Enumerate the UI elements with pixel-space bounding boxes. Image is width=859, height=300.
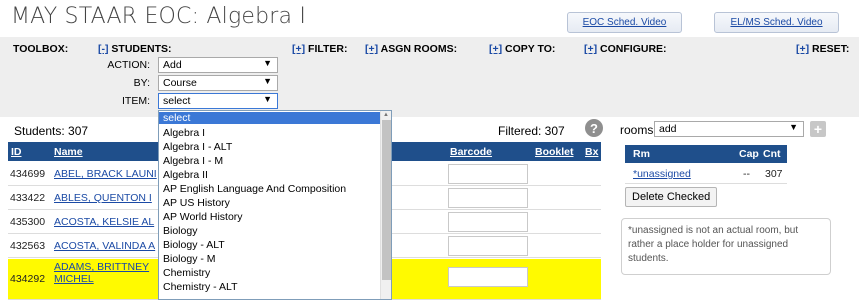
item-select[interactable]: select ▼ — [158, 93, 278, 109]
item-label: ITEM: — [122, 95, 150, 107]
student-name-link[interactable]: ACOSTA, KELSIE AL — [54, 216, 154, 228]
reset-expand-link[interactable]: [+] — [796, 43, 809, 55]
chevron-down-icon: ▼ — [263, 76, 272, 86]
asgn-rooms-expand-link[interactable]: [+] — [365, 43, 378, 55]
student-name-line2: MICHEL — [54, 273, 94, 285]
column-cnt: Cnt — [763, 148, 781, 160]
scroll-thumb[interactable] — [382, 120, 391, 280]
students-label: STUDENTS: — [111, 43, 172, 55]
barcode-input[interactable] — [448, 267, 528, 287]
reset-toggle[interactable]: [+] RESET: — [796, 43, 849, 55]
column-rm: Rm — [633, 148, 650, 160]
toolbox-panel: TOOLBOX: [-] STUDENTS: [+] FILTER: [+] A… — [0, 37, 859, 117]
scroll-up-arrow-icon[interactable]: ▲ — [383, 112, 389, 118]
filter-toggle[interactable]: [+] FILTER: — [292, 43, 348, 55]
rooms-select-value: add — [659, 123, 677, 135]
item-select-value: select — [163, 95, 191, 107]
action-label: ACTION: — [107, 59, 150, 71]
dropdown-option[interactable]: Biology - ALT — [159, 239, 381, 251]
room-unassigned-link[interactable]: *unassigned — [633, 168, 691, 180]
students-collapse-link[interactable]: [-] — [98, 43, 109, 55]
barcode-input[interactable] — [448, 212, 528, 232]
column-cap: Cap — [739, 148, 759, 160]
unassigned-note: *unassigned is not an actual room, but r… — [621, 218, 831, 275]
dropdown-option[interactable]: AP English Language And Composition — [159, 183, 381, 195]
student-name-line1: ADAMS, BRITTNEY — [54, 261, 150, 273]
delete-checked-button[interactable]: Delete Checked — [625, 187, 718, 207]
column-bx[interactable]: Bx — [585, 146, 598, 158]
dropdown-option[interactable]: Algebra I — [159, 127, 381, 139]
dropdown-option[interactable]: Algebra I - M — [159, 155, 381, 167]
dropdown-scrollbar[interactable]: ▲ — [380, 111, 391, 299]
elms-video-button[interactable]: EL/MS Sched. Video — [714, 12, 839, 33]
plus-icon: + — [813, 121, 823, 137]
dropdown-option[interactable]: Biology — [159, 225, 381, 237]
filter-expand-link[interactable]: [+] — [292, 43, 305, 55]
by-select[interactable]: Course ▼ — [158, 75, 278, 91]
column-barcode[interactable]: Barcode — [450, 146, 492, 158]
asgn-rooms-toggle[interactable]: [+] ASGN ROOMS: — [365, 43, 457, 55]
student-id: 434699 — [10, 168, 46, 180]
filter-label: FILTER: — [308, 43, 348, 55]
page-title: MAY STAAR EOC: Algebra I — [11, 4, 307, 29]
configure-label: CONFIGURE: — [600, 43, 667, 55]
dropdown-option[interactable]: Algebra II — [159, 169, 381, 181]
configure-toggle[interactable]: [+] CONFIGURE: — [584, 43, 667, 55]
rooms-row: *unassigned -- 307 — [625, 164, 787, 184]
student-id: 435300 — [10, 216, 46, 228]
student-id: 433422 — [10, 192, 46, 204]
dropdown-option[interactable]: Chemistry - ALT — [159, 281, 381, 293]
add-room-button[interactable]: + — [810, 121, 826, 137]
toolbox-label: TOOLBOX: — [13, 43, 69, 55]
room-cnt: 307 — [765, 168, 783, 180]
dropdown-option[interactable]: Biology - M — [159, 253, 381, 265]
dropdown-option[interactable]: Algebra I - ALT — [159, 141, 381, 153]
barcode-input[interactable] — [448, 236, 528, 256]
chevron-down-icon: ▼ — [263, 58, 272, 68]
dropdown-option[interactable]: AP US History — [159, 197, 381, 209]
student-id: 434292 — [10, 273, 46, 285]
by-label: BY: — [133, 77, 150, 89]
copy-to-expand-link[interactable]: [+] — [489, 43, 502, 55]
student-name-link[interactable]: ABLES, QUENTON I — [54, 192, 152, 204]
asgn-rooms-label: ASGN ROOMS: — [380, 43, 458, 55]
configure-expand-link[interactable]: [+] — [584, 43, 597, 55]
column-name[interactable]: Name — [54, 146, 83, 158]
item-dropdown-list[interactable]: select Algebra I Algebra I - ALT Algebra… — [158, 110, 392, 300]
action-select-value: Add — [163, 59, 182, 71]
eoc-video-button[interactable]: EOC Sched. Video — [567, 12, 682, 33]
student-name-link[interactable]: ABEL, BRACK LAUNI — [54, 168, 157, 180]
copy-to-label: COPY TO: — [505, 43, 556, 55]
students-count: Students: 307 — [14, 124, 89, 138]
chevron-down-icon: ▼ — [263, 94, 272, 104]
barcode-input[interactable] — [448, 188, 528, 208]
room-cap: -- — [743, 168, 750, 180]
filtered-count: Filtered: 307 — [498, 124, 565, 138]
reset-label: RESET: — [812, 43, 850, 55]
copy-to-toggle[interactable]: [+] COPY TO: — [489, 43, 555, 55]
help-icon[interactable]: ? — [585, 119, 603, 137]
action-select[interactable]: Add ▼ — [158, 57, 278, 73]
student-id: 432563 — [10, 240, 46, 252]
column-booklet[interactable]: Booklet — [535, 146, 574, 158]
dropdown-option[interactable]: select — [159, 112, 381, 124]
rooms-select[interactable]: add ▼ — [654, 121, 804, 137]
student-name-link[interactable]: ADAMS, BRITTNEY MICHEL — [54, 261, 149, 285]
column-id[interactable]: ID — [11, 146, 22, 158]
student-name-link[interactable]: ACOSTA, VALINDA A — [54, 240, 155, 252]
by-select-value: Course — [163, 77, 197, 89]
rooms-table-header: Rm Cap Cnt — [625, 145, 787, 163]
rooms-label: rooms: — [620, 123, 657, 137]
barcode-input[interactable] — [448, 164, 528, 184]
chevron-down-icon: ▼ — [789, 122, 798, 132]
dropdown-option[interactable]: Chemistry — [159, 267, 381, 279]
dropdown-option[interactable]: AP World History — [159, 211, 381, 223]
students-toggle[interactable]: [-] STUDENTS: — [98, 43, 172, 55]
